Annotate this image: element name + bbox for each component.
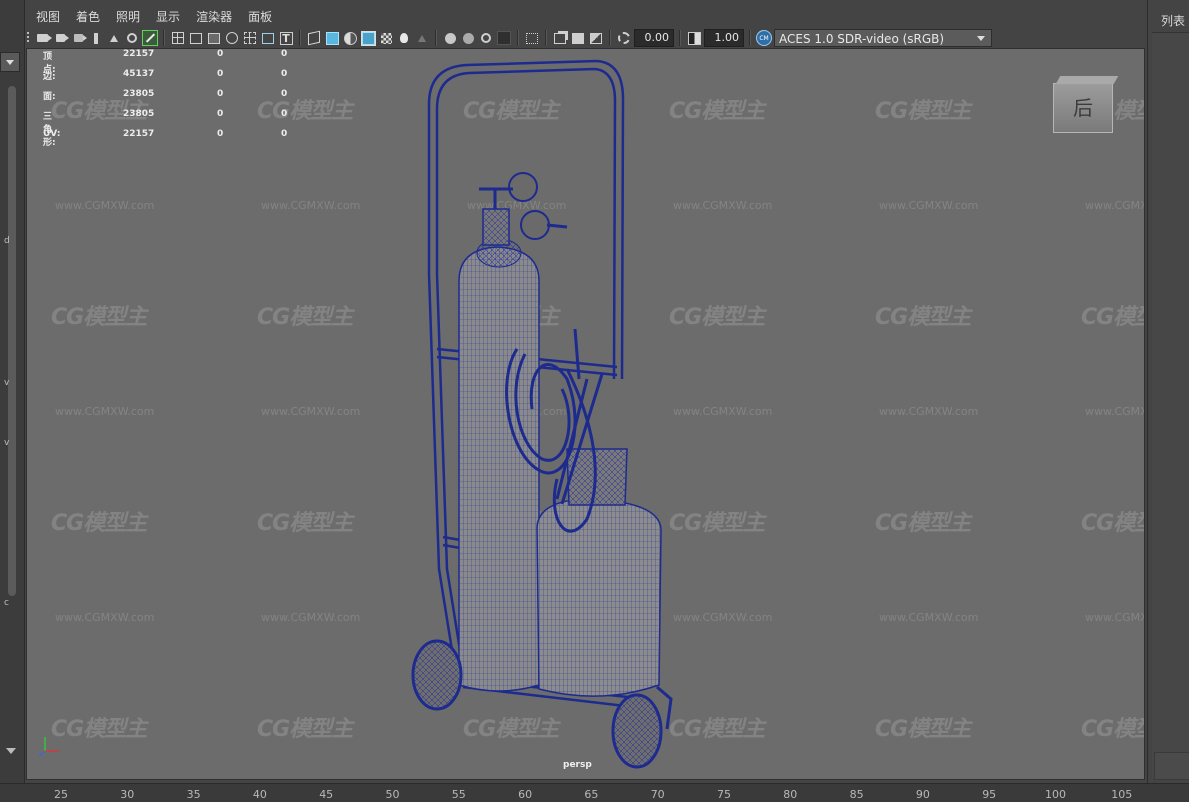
bookmark-icon[interactable] bbox=[70, 30, 87, 46]
toolbar-separator bbox=[609, 30, 611, 46]
ruler-tick-label: 95 bbox=[982, 788, 997, 801]
menu-panels[interactable]: 面板 bbox=[240, 8, 280, 25]
menu-shading[interactable]: 着色 bbox=[68, 8, 108, 25]
axis-gizmo-icon bbox=[38, 737, 59, 757]
toolbar-separator bbox=[545, 30, 547, 46]
chevron-down-icon bbox=[977, 36, 985, 41]
ruler-tick-label: 65 bbox=[584, 788, 599, 801]
pan-zoom-icon[interactable] bbox=[124, 30, 140, 46]
exposure-icon[interactable] bbox=[616, 30, 632, 46]
left-panel-strip: d v v c bbox=[0, 0, 25, 801]
ruler-tick-label: 45 bbox=[319, 788, 334, 801]
ruler-tick-label: 55 bbox=[451, 788, 466, 801]
color-management-icon[interactable]: CM bbox=[756, 30, 772, 46]
xray-icon[interactable] bbox=[552, 30, 568, 46]
toolbar-separator bbox=[679, 30, 681, 46]
gamma-icon[interactable] bbox=[686, 30, 702, 46]
ruler-tick-label: 25 bbox=[54, 788, 68, 801]
toolbar-separator bbox=[435, 30, 437, 46]
safe-action-icon[interactable] bbox=[260, 30, 276, 46]
gamma-field[interactable]: 1.00 bbox=[704, 29, 744, 47]
scroll-down-arrow-icon[interactable] bbox=[6, 748, 16, 754]
viewcube[interactable]: 后 bbox=[1053, 83, 1113, 133]
panel-menu-dropdown-button[interactable] bbox=[0, 52, 20, 72]
menu-show[interactable]: 显示 bbox=[148, 8, 188, 25]
toolbar-separator bbox=[299, 30, 301, 46]
left-cut-label-1: d bbox=[4, 236, 10, 246]
default-material-icon[interactable] bbox=[342, 30, 358, 46]
3d-viewport[interactable]: CG模型主 www.CGMXW.com CG模型主 www.CGMXW.com CG模型… bbox=[26, 48, 1145, 780]
view-transform-dropdown[interactable]: ACES 1.0 SDR-video (sRGB) bbox=[774, 29, 992, 47]
toolbar-separator bbox=[517, 30, 519, 46]
camera-manipulator-icon[interactable] bbox=[106, 30, 122, 46]
right-docked-panel: 列表 bbox=[1147, 0, 1189, 801]
smooth-shade-icon[interactable] bbox=[324, 30, 340, 46]
image-plane-icon[interactable] bbox=[88, 30, 104, 46]
use-all-lights-icon[interactable] bbox=[396, 30, 412, 46]
camera-name-label: persp bbox=[563, 760, 592, 770]
isolate-select-icon[interactable] bbox=[524, 30, 540, 46]
ruler-tick-label: 105 bbox=[1111, 788, 1133, 801]
ruler-tick-label: 90 bbox=[915, 788, 930, 801]
xray-active-components-icon[interactable] bbox=[588, 30, 604, 46]
toolbar-handle-icon bbox=[24, 30, 32, 46]
toolbar-separator bbox=[163, 30, 165, 46]
exposure-field[interactable]: 0.00 bbox=[634, 29, 674, 47]
menu-lighting[interactable]: 照明 bbox=[108, 8, 148, 25]
left-cut-label-3: v bbox=[4, 438, 10, 448]
outliner-body bbox=[1152, 32, 1189, 778]
viewport-toolbar: T 0.00 1.00 CM ACES 1.0 SDR-video (sRGB) bbox=[24, 28, 1144, 48]
ruler-tick-label: 75 bbox=[717, 788, 731, 801]
wireframe-icon[interactable] bbox=[306, 30, 322, 46]
time-slider-ruler[interactable]: 25 30 35 40 45 50 55 60 65 70 75 80 85 90 95 100 105 bbox=[0, 783, 1189, 802]
depth-of-field-icon[interactable] bbox=[496, 30, 512, 46]
field-chart-icon[interactable] bbox=[242, 30, 258, 46]
ruler-tick-label: 85 bbox=[849, 788, 864, 801]
toolbar-separator bbox=[749, 30, 751, 46]
screen-space-ao-icon[interactable] bbox=[442, 30, 458, 46]
ruler-tick-label: 70 bbox=[650, 788, 665, 801]
menu-renderer[interactable]: 渲染器 bbox=[188, 8, 240, 25]
ruler-tick-label: 40 bbox=[252, 788, 267, 801]
ruler-tick-label: 100 bbox=[1045, 788, 1066, 801]
viewport-menubar: 视图 着色 照明 显示 渲染器 面板 bbox=[24, 4, 1144, 28]
multisample-aa-icon[interactable] bbox=[478, 30, 494, 46]
ruler-tick-label: 80 bbox=[783, 788, 798, 801]
ruler-tick-label: 50 bbox=[385, 788, 400, 801]
gate-mask-icon[interactable] bbox=[224, 30, 240, 46]
select-camera-icon[interactable] bbox=[34, 30, 52, 46]
viewcube-face-label: 后 bbox=[1073, 96, 1093, 120]
left-cut-label-4: c bbox=[4, 598, 9, 608]
view-transform-value: ACES 1.0 SDR-video (sRGB) bbox=[779, 32, 945, 46]
shadows-icon[interactable] bbox=[414, 30, 430, 46]
wireframe-on-shaded-icon[interactable] bbox=[360, 30, 376, 46]
ruler-tick-label: 30 bbox=[120, 788, 135, 801]
grid-icon[interactable] bbox=[170, 30, 186, 46]
safe-title-icon[interactable]: T bbox=[278, 30, 294, 46]
cylinder-cart-wireframe-model[interactable] bbox=[27, 49, 1144, 779]
ruler-tick-label: 35 bbox=[186, 788, 201, 801]
left-panel-scrollbar[interactable] bbox=[8, 86, 16, 596]
ruler-tick-label: 60 bbox=[518, 788, 533, 801]
resolution-gate-icon[interactable] bbox=[206, 30, 222, 46]
film-gate-icon[interactable] bbox=[188, 30, 204, 46]
textured-icon[interactable] bbox=[378, 30, 394, 46]
camera-attributes-icon[interactable] bbox=[52, 30, 69, 46]
grease-pencil-icon[interactable] bbox=[142, 30, 158, 46]
xray-joints-icon[interactable] bbox=[570, 30, 586, 46]
motion-blur-icon[interactable] bbox=[460, 30, 476, 46]
menu-view[interactable]: 视图 bbox=[24, 8, 68, 25]
panel-scroll-corner bbox=[1154, 752, 1189, 780]
outliner-tab[interactable]: 列表 bbox=[1161, 12, 1185, 29]
left-cut-label-2: v bbox=[4, 378, 10, 388]
